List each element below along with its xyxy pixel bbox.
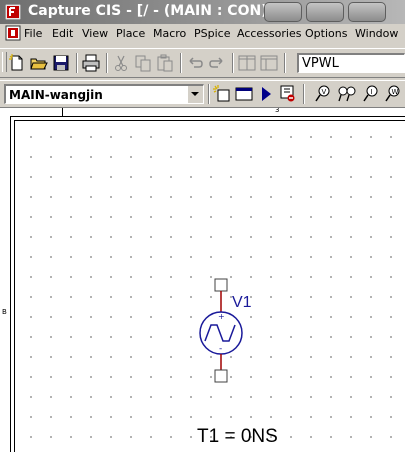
schematic-canvas[interactable]: 3 B + - V1 T1 = 0NS [0, 108, 405, 452]
pin-bottom[interactable] [214, 369, 228, 383]
document-icon[interactable] [5, 25, 21, 41]
redo-icon[interactable] [207, 53, 227, 73]
menu-file[interactable]: File [24, 27, 42, 40]
svg-text:V: V [322, 88, 327, 96]
capture-toolbar: MAIN-wangjin V I W [0, 80, 405, 108]
part-search-value: VPWL [302, 56, 339, 71]
menu-accessories[interactable]: Accessories [237, 27, 301, 40]
standard-toolbar: VPWL [0, 48, 405, 78]
new-file-icon[interactable] [7, 53, 27, 73]
run-simulation-icon[interactable] [256, 84, 276, 104]
source-plus-sign: + [218, 312, 225, 321]
split-view-icon[interactable] [237, 53, 257, 73]
source-name-label[interactable]: V1 [232, 294, 252, 311]
netlist-icon[interactable] [278, 84, 298, 104]
copy-icon[interactable] [133, 53, 153, 73]
undo-icon[interactable] [185, 53, 205, 73]
toolbar-separator [106, 53, 108, 73]
maximize-button[interactable] [306, 2, 344, 22]
toolbar-separator [232, 53, 234, 73]
print-icon[interactable] [81, 53, 101, 73]
design-rules-icon[interactable] [234, 84, 254, 104]
voltage-differential-marker-icon[interactable] [337, 84, 357, 104]
window-title: Capture CIS - [/ - (MAIN : CON)] [28, 3, 274, 19]
menu-bar: File Edit View Place Macro PSpice Access… [0, 24, 405, 44]
toolbar-separator [76, 53, 78, 73]
title-bar[interactable]: Capture CIS - [/ - (MAIN : CON)] [0, 0, 405, 24]
property-label[interactable]: T1 = 0NS [197, 426, 278, 447]
menu-place[interactable]: Place [116, 27, 145, 40]
svg-text:I: I [371, 88, 373, 96]
menu-pspice[interactable]: PSpice [194, 27, 230, 40]
toolbar-separator [284, 53, 286, 73]
save-icon[interactable] [51, 53, 71, 73]
project-combo[interactable]: MAIN-wangjin [4, 84, 204, 104]
toolbar-separator [180, 53, 182, 73]
svg-text:W: W [392, 88, 399, 96]
menu-window[interactable]: Window [355, 27, 398, 40]
toolbar-separator [208, 84, 210, 104]
open-folder-icon[interactable] [29, 53, 49, 73]
voltage-marker-icon[interactable]: V [313, 84, 333, 104]
close-button[interactable] [348, 2, 386, 22]
source-minus-sign: - [219, 344, 222, 354]
menu-macro[interactable]: Macro [153, 27, 186, 40]
menu-edit[interactable]: Edit [52, 27, 73, 40]
combo-dropdown-button[interactable] [187, 86, 203, 103]
part-search-combo[interactable]: VPWL [297, 53, 405, 73]
app-icon [5, 4, 21, 20]
pin-top[interactable] [214, 278, 228, 292]
project-combo-value: MAIN-wangjin [9, 88, 103, 102]
annotate-icon[interactable] [212, 84, 232, 104]
power-marker-icon[interactable]: W [383, 84, 403, 104]
chevron-down-icon [191, 92, 199, 96]
menu-options[interactable]: Options [305, 27, 347, 40]
window-layout-icon[interactable] [259, 53, 279, 73]
schematic-drawing: + - V1 T1 = 0NS [197, 278, 278, 447]
current-marker-icon[interactable]: I [361, 84, 381, 104]
toolbar-separator [303, 84, 305, 104]
minimize-button[interactable] [264, 2, 302, 22]
cut-icon[interactable] [111, 53, 131, 73]
menu-view[interactable]: View [82, 27, 108, 40]
paste-icon[interactable] [155, 53, 175, 73]
